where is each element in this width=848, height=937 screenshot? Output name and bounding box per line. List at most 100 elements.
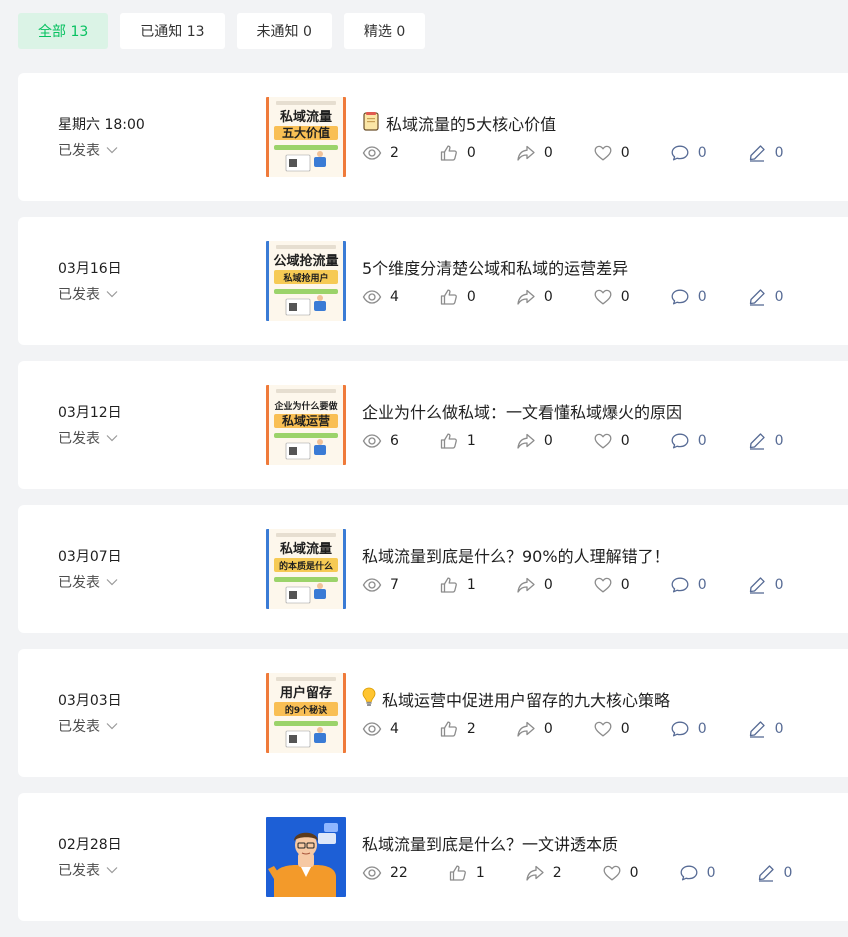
stat-comments[interactable]: 0 [670, 143, 707, 163]
lightbulb-icon [362, 687, 376, 711]
stat-shares-count: 0 [543, 577, 553, 593]
stat-comments[interactable]: 0 [679, 863, 716, 883]
filter-tab-featured[interactable]: 精选 0 [343, 13, 426, 49]
article-title[interactable]: 私域流量到底是什么？一文讲透本质 [362, 831, 618, 855]
stat-shares: 2 [525, 863, 562, 883]
svg-text:用户留存: 用户留存 [279, 685, 332, 701]
stat-likes-count: 2 [466, 721, 476, 737]
stat-views: 2 [362, 143, 399, 163]
article-title[interactable]: 私域运营中促进用户留存的九大核心策略 [362, 687, 670, 711]
article-card: 03月12日已发表 企业为什么要做 私域运营 企业为什么做私域：一文看懂私域爆火的原因… [18, 361, 848, 489]
article-thumbnail[interactable]: 企业为什么要做 私域运营 [266, 385, 346, 465]
svg-text:私域流量: 私域流量 [280, 109, 332, 125]
article-title[interactable]: 5个维度分清楚公域和私域的运营差异 [362, 255, 628, 279]
stat-favorites: 0 [593, 143, 630, 163]
comment-icon [670, 575, 690, 595]
article-thumbnail[interactable]: 私域流量 的本质是什么 [266, 529, 346, 609]
stat-notes[interactable]: 0 [747, 575, 784, 595]
filter-tab-notified[interactable]: 已通知 13 [120, 13, 225, 49]
stat-notes[interactable]: 0 [747, 287, 784, 307]
article-title-text: 私域运营中促进用户留存的九大核心策略 [382, 691, 671, 710]
article-title[interactable]: 私域流量的5大核心价值 [362, 111, 556, 135]
stat-comments-count: 0 [697, 145, 707, 161]
article-card: 03月16日 已发表 公域抢流量 私域抢用户 5个维度分清楚公域和私域的运营差异 4 0 0 0… [18, 217, 848, 345]
article-card: 03月03日已发表 用户留存 的9个秘诀 私域运营中促进用户留存的九大核心策略 4 2 0 0… [18, 649, 848, 777]
eye-icon [362, 287, 382, 307]
article-stats: 2 0 0 0 0 0 [362, 143, 824, 163]
share-icon [516, 431, 536, 451]
thumbs-up-icon [439, 431, 459, 451]
status-dropdown[interactable]: 已发表 [58, 428, 122, 448]
article-thumbnail[interactable]: 私域流量 五大价值 [266, 97, 346, 177]
stat-likes: 1 [439, 575, 476, 595]
article-list: 星期六 18:00 已发表 私域流量 五大价值 私域流量的5大核心价值 2 0 0 0 0 0 03月… [18, 73, 848, 937]
stat-notes[interactable]: 0 [747, 719, 784, 739]
article-stats: 6 1 0 0 0 0 [362, 431, 824, 451]
article-stats: 22 1 2 0 0 0 [362, 863, 832, 883]
publish-date: 03月03日 [58, 693, 122, 709]
thumbs-up-icon [448, 863, 468, 883]
stat-views-count: 22 [390, 865, 408, 881]
status-dropdown[interactable]: 已发表 [58, 860, 122, 880]
article-thumbnail[interactable] [266, 817, 346, 897]
share-icon [525, 863, 545, 883]
article-thumbnail[interactable]: 公域抢流量 私域抢用户 [266, 241, 346, 321]
stat-likes: 1 [439, 431, 476, 451]
article-title-text: 企业为什么做私域：一文看懂私域爆火的原因 [362, 403, 683, 422]
eye-icon [362, 431, 382, 451]
pen-icon [747, 143, 767, 163]
stat-comments-count: 0 [697, 433, 707, 449]
svg-text:的本质是什么: 的本质是什么 [279, 560, 333, 572]
stat-views-count: 7 [390, 577, 399, 593]
stat-comments[interactable]: 0 [670, 287, 707, 307]
eye-icon [362, 143, 382, 163]
stat-comments[interactable]: 0 [670, 431, 707, 451]
article-stats: 4 2 0 0 0 0 [362, 719, 824, 739]
heart-icon [593, 143, 613, 163]
stat-views-count: 4 [390, 721, 399, 737]
status-dropdown[interactable]: 已发表 [58, 572, 122, 592]
stat-notes-count: 0 [774, 145, 784, 161]
filter-tab-not-notified[interactable]: 未通知 0 [236, 13, 332, 49]
stat-comments-count: 0 [697, 289, 707, 305]
stat-notes-count: 0 [774, 577, 784, 593]
chevron-down-icon [106, 142, 118, 158]
stat-comments[interactable]: 0 [670, 575, 707, 595]
filter-tab-all[interactable]: 全部 13 [18, 13, 109, 49]
article-title[interactable]: 企业为什么做私域：一文看懂私域爆火的原因 [362, 399, 682, 423]
publish-date: 03月12日 [58, 405, 122, 421]
stat-likes-count: 1 [466, 577, 476, 593]
stat-notes[interactable]: 0 [756, 863, 792, 883]
stat-favorites-count: 0 [620, 289, 630, 305]
stat-comments[interactable]: 0 [670, 719, 707, 739]
share-icon [516, 575, 536, 595]
stat-shares: 0 [516, 287, 553, 307]
svg-text:私域抢用户: 私域抢用户 [282, 272, 328, 284]
article-card: 星期六 18:00 已发表 私域流量 五大价值 私域流量的5大核心价值 2 0 0 0 0 0 [18, 73, 848, 201]
status-dropdown[interactable]: 已发表 [58, 284, 122, 304]
status-dropdown[interactable]: 已发表 [58, 716, 122, 736]
stat-favorites: 0 [593, 719, 630, 739]
stat-favorites: 0 [602, 863, 639, 883]
comment-icon [670, 287, 690, 307]
stat-comments-count: 0 [697, 721, 707, 737]
article-title[interactable]: 私域流量到底是什么？90%的人理解错了！ [362, 543, 670, 567]
eye-icon [362, 719, 382, 739]
stat-shares-count: 0 [543, 721, 553, 737]
stat-likes-count: 1 [466, 433, 476, 449]
stat-comments-count: 0 [706, 865, 716, 881]
stat-likes: 0 [439, 143, 476, 163]
stat-views: 22 [362, 863, 408, 883]
stat-views: 4 [362, 287, 399, 307]
status-dropdown[interactable]: 已发表 [58, 140, 145, 160]
stat-favorites: 0 [593, 287, 630, 307]
stat-notes[interactable]: 0 [747, 431, 784, 451]
stat-shares: 0 [516, 575, 553, 595]
thumbs-up-icon [439, 287, 459, 307]
stat-views-count: 2 [390, 145, 399, 161]
stat-views: 7 [362, 575, 399, 595]
heart-icon [593, 575, 613, 595]
stat-notes[interactable]: 0 [747, 143, 784, 163]
article-thumbnail[interactable]: 用户留存 的9个秘诀 [266, 673, 346, 753]
article-stats: 7 1 0 0 0 0 [362, 575, 824, 595]
